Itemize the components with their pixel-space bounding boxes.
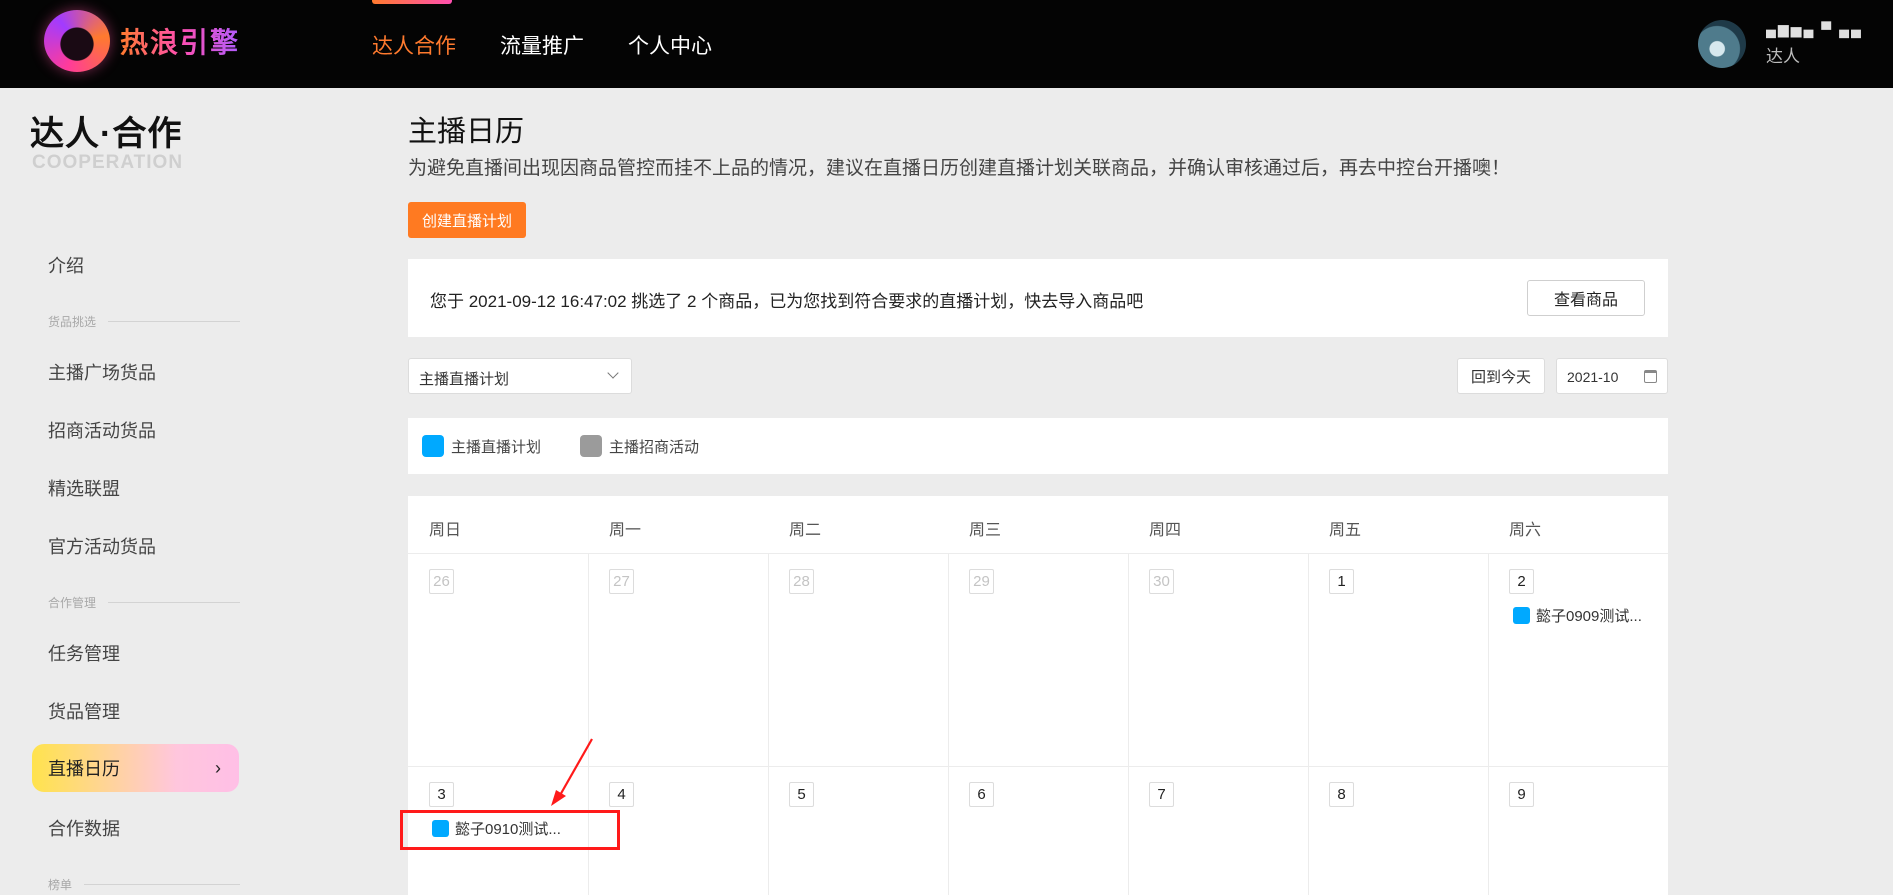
- calendar-day[interactable]: 27: [609, 569, 634, 594]
- logo-text: 热浪引擎: [120, 21, 240, 61]
- calendar-day[interactable]: 5: [789, 782, 814, 807]
- page-title: 主播日历: [408, 116, 525, 148]
- calendar-day[interactable]: 3: [429, 782, 454, 807]
- nav-daren-hezuo[interactable]: 达人合作: [372, 30, 456, 60]
- sidebar-group-label: 榜单: [48, 878, 73, 892]
- calendar-day[interactable]: 29: [969, 569, 994, 594]
- column-divider: [1128, 553, 1129, 895]
- sidebar-item-anchor-square-goods[interactable]: 主播广场货品: [48, 359, 156, 385]
- calendar-icon: [1644, 370, 1657, 383]
- notice-bar: 您于 2021-09-12 16:47:02 挑选了 2 个商品，已为您找到符合…: [408, 259, 1668, 337]
- month-picker[interactable]: 2021-10: [1556, 358, 1668, 394]
- month-picker-value: 2021-10: [1567, 369, 1619, 385]
- column-divider: [948, 553, 949, 895]
- calendar-day[interactable]: 7: [1149, 782, 1174, 807]
- weekday-header: 周四: [1149, 522, 1182, 539]
- nav-geren-zhongxin[interactable]: 个人中心: [628, 30, 712, 60]
- legend-label: 主播招商活动: [609, 438, 700, 456]
- logo-mark-icon: [44, 10, 110, 72]
- user-role: 达人: [1766, 47, 1800, 66]
- calendar-day[interactable]: 26: [429, 569, 454, 594]
- view-goods-button[interactable]: 查看商品: [1527, 280, 1645, 316]
- weekday-header: 周六: [1509, 522, 1542, 539]
- event-label: 懿子0909测试...: [1536, 608, 1642, 625]
- sidebar-item-merchant-activity-goods[interactable]: 招商活动货品: [48, 417, 156, 443]
- weekday-header: 周一: [609, 522, 642, 539]
- row-divider: [408, 766, 1668, 767]
- sidebar-item-label: 直播日历: [48, 759, 120, 779]
- weekday-header: 周三: [969, 522, 1002, 539]
- calendar-day[interactable]: 1: [1329, 569, 1354, 594]
- sidebar-item-selected-alliance[interactable]: 精选联盟: [48, 475, 120, 501]
- legend-item-live-plan: 主播直播计划: [422, 435, 541, 457]
- calendar-day[interactable]: 4: [609, 782, 634, 807]
- sidebar-group-label: 合作管理: [48, 596, 97, 610]
- main-nav: 达人合作 流量推广 个人中心: [372, 30, 712, 60]
- sidebar-item-live-calendar[interactable]: 直播日历 ›: [32, 744, 239, 792]
- column-divider: [768, 553, 769, 895]
- top-bar: 热浪引擎 达人合作 流量推广 个人中心 ▄▆▅▄ ▀ ▄▄ 达人: [0, 0, 1893, 88]
- weekday-header: 周日: [429, 522, 462, 539]
- chevron-right-icon: ›: [215, 757, 221, 778]
- avatar[interactable]: [1698, 20, 1746, 68]
- nav-liuliang-tuiguang[interactable]: 流量推广: [500, 30, 584, 60]
- sidebar-group-label: 货品挑选: [48, 315, 97, 329]
- calendar-event[interactable]: 懿子0909测试...: [1513, 605, 1642, 626]
- legend-label: 主播直播计划: [451, 438, 542, 456]
- sidebar-group-coop: 合作管理: [48, 594, 240, 611]
- chevron-down-icon: [607, 367, 619, 379]
- sidebar-item-intro[interactable]: 介绍: [48, 252, 84, 278]
- logo[interactable]: 热浪引擎: [44, 10, 240, 72]
- annotation-highlight-box: [400, 810, 620, 850]
- user-name: ▄▆▅▄ ▀ ▄▄: [1766, 21, 1863, 37]
- sidebar-brand-subtitle: COOPERATION: [32, 152, 184, 173]
- sidebar: 达人·合作 COOPERATION 介绍 货品挑选 主播广场货品 招商活动货品 …: [0, 88, 260, 895]
- sidebar-item-goods-management[interactable]: 货品管理: [48, 698, 120, 724]
- column-divider: [1308, 553, 1309, 895]
- user-menu[interactable]: ▄▆▅▄ ▀ ▄▄ 达人: [1698, 20, 1863, 68]
- sidebar-item-official-activity-goods[interactable]: 官方活动货品: [48, 533, 156, 559]
- legend-swatch: [580, 435, 602, 457]
- notice-text: 您于 2021-09-12 16:47:02 挑选了 2 个商品，已为您找到符合…: [430, 292, 1144, 311]
- sidebar-item-task-management[interactable]: 任务管理: [48, 640, 120, 666]
- calendar-day[interactable]: 8: [1329, 782, 1354, 807]
- weekday-header: 周五: [1329, 522, 1362, 539]
- calendar-legend: 主播直播计划 主播招商活动: [408, 418, 1668, 474]
- sidebar-item-coop-data[interactable]: 合作数据: [48, 815, 120, 841]
- legend-item-merchant-activity: 主播招商活动: [580, 435, 699, 457]
- sidebar-group-rank: 榜单: [48, 876, 240, 893]
- calendar-day[interactable]: 6: [969, 782, 994, 807]
- legend-swatch: [422, 435, 444, 457]
- calendar-day[interactable]: 28: [789, 569, 814, 594]
- column-divider: [1488, 553, 1489, 895]
- calendar-day[interactable]: 9: [1509, 782, 1534, 807]
- calendar-day[interactable]: 2: [1509, 569, 1534, 594]
- sidebar-group-goods: 货品挑选: [48, 313, 240, 330]
- back-to-today-button[interactable]: 回到今天: [1457, 358, 1545, 394]
- nav-active-indicator: [372, 0, 452, 4]
- weekday-header: 周二: [789, 522, 822, 539]
- page-description: 为避免直播间出现因商品管控而挂不上品的情况，建议在直播日历创建直播计划关联商品，…: [408, 158, 1511, 179]
- create-live-plan-button[interactable]: 创建直播计划: [408, 202, 526, 238]
- plan-type-select[interactable]: 主播直播计划: [408, 358, 632, 394]
- plan-type-select-value: 主播直播计划: [419, 371, 510, 388]
- user-info: ▄▆▅▄ ▀ ▄▄ 达人: [1766, 21, 1863, 67]
- event-dot: [1513, 607, 1530, 624]
- sidebar-brand-title: 达人·合作: [30, 115, 183, 153]
- row-divider: [408, 553, 1668, 554]
- calendar-day[interactable]: 30: [1149, 569, 1174, 594]
